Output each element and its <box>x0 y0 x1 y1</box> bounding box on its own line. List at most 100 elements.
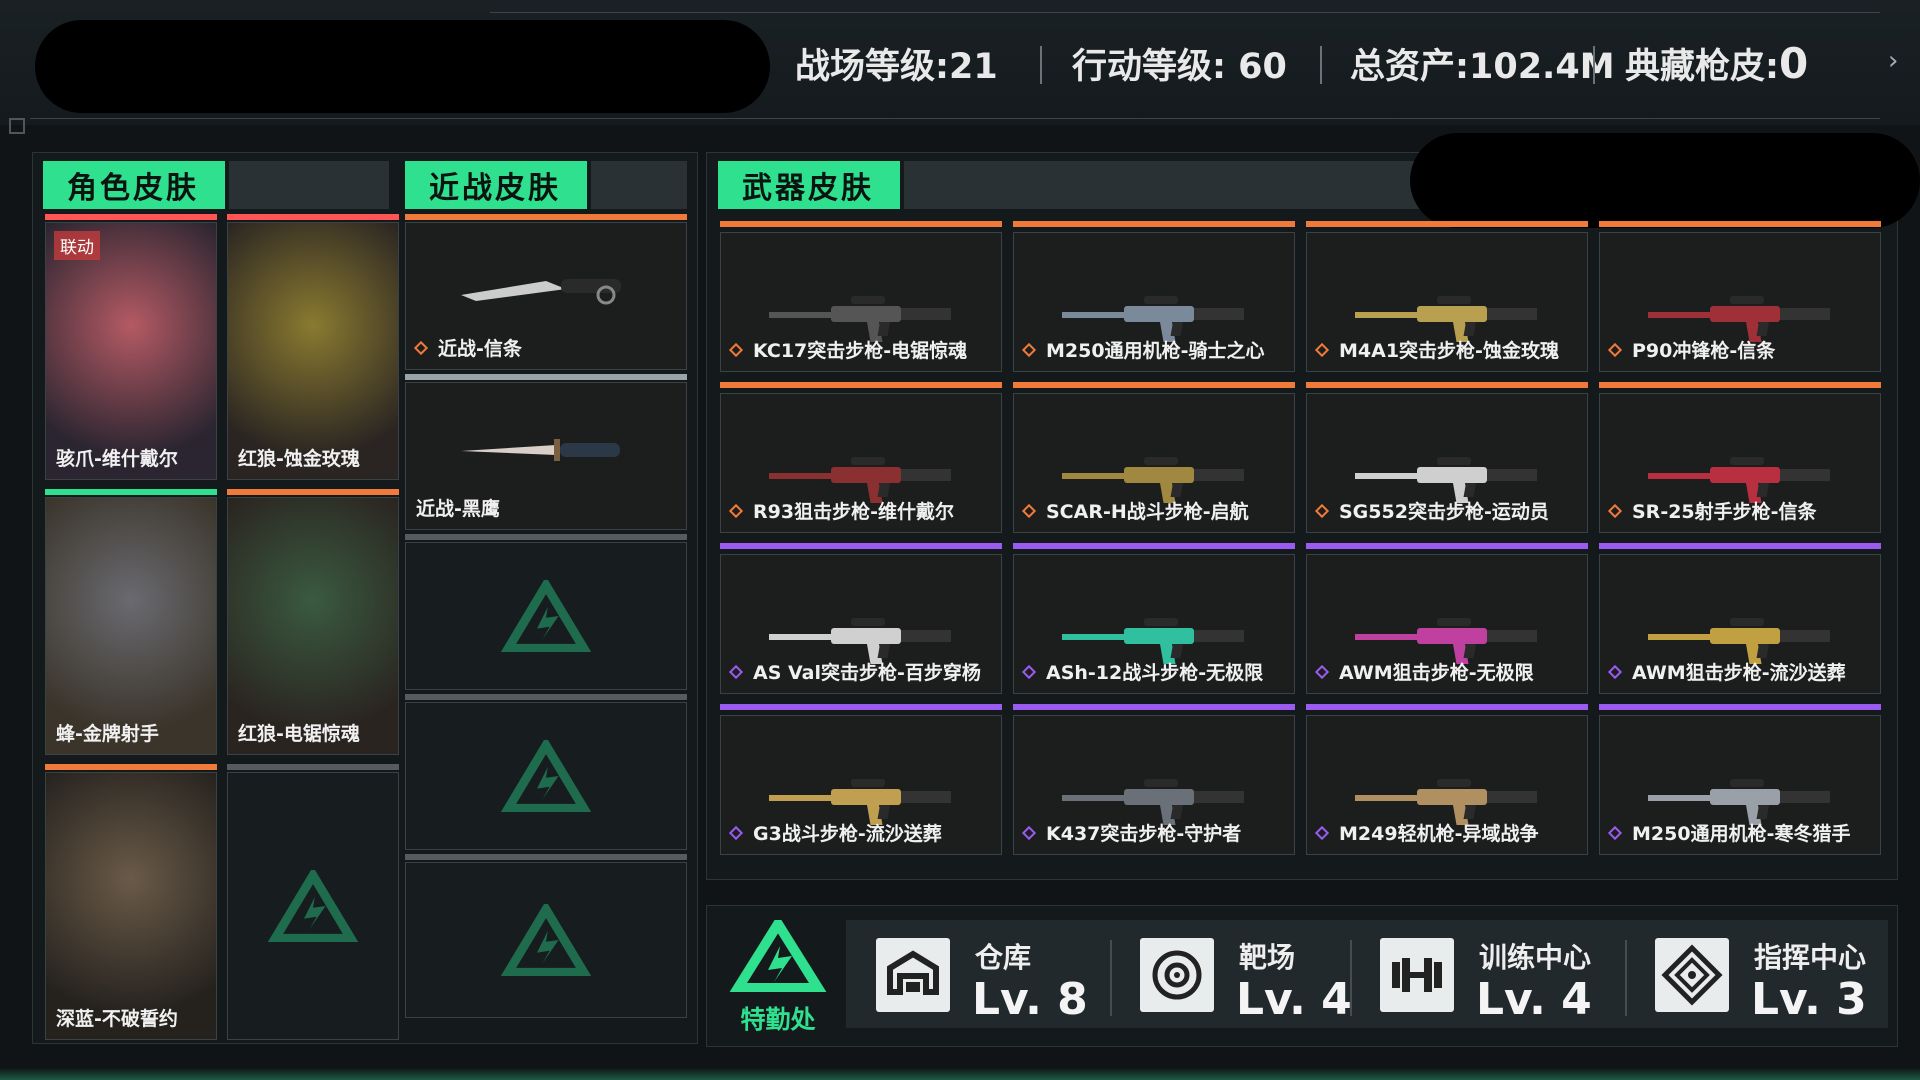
divider <box>1110 940 1112 1016</box>
character-portrait <box>228 223 398 479</box>
weapon-skin-name: AS Val突击步枪-百步穿杨 <box>753 662 981 684</box>
section-title-character: 角色皮肤 <box>43 161 225 209</box>
rarity-diamond-icon <box>1607 825 1623 840</box>
weapon-skin-card[interactable]: KC17突击步枪-电锯惊魂 <box>720 232 1002 372</box>
rarity-strip <box>1013 543 1295 549</box>
facility-level: Lv. 3 <box>1751 974 1867 1025</box>
character-portrait <box>46 223 216 479</box>
target-icon[interactable] <box>1140 938 1214 1012</box>
character-portrait <box>46 773 216 1039</box>
divider <box>490 12 1880 13</box>
weapon-skin-name: SG552突击步枪-运动员 <box>1339 501 1549 523</box>
triangle-logo-icon <box>728 914 828 993</box>
rarity-strip <box>45 214 217 220</box>
chevron-right-icon[interactable]: › <box>1888 46 1908 76</box>
weapon-skin-name: R93狙击步枪-维什戴尔 <box>753 501 954 523</box>
dumbbell-icon[interactable] <box>1380 938 1454 1012</box>
weapon-skin-card[interactable]: P90冲锋枪-信条 <box>1599 232 1881 372</box>
weapon-skin-card[interactable]: M4A1突击步枪-蚀金玫瑰 <box>1306 232 1588 372</box>
weapon-skin-card[interactable]: SCAR-H战斗步枪-启航 <box>1013 393 1295 533</box>
weapon-skin-card[interactable]: G3战斗步枪-流沙送葬 <box>720 715 1002 855</box>
rarity-strip <box>1599 221 1881 227</box>
weapon-skin-card[interactable]: AWM狙击步枪-无极限 <box>1306 554 1588 694</box>
character-skin-card[interactable]: 深蓝-不破誓约 <box>45 772 217 1040</box>
rarity-diamond-icon <box>728 664 744 679</box>
rarity-diamond-icon <box>1021 503 1037 518</box>
weapon-skin-card[interactable]: M250通用机枪-寒冬猎手 <box>1599 715 1881 855</box>
facility-name: 靶场 <box>1239 941 1296 974</box>
weapon-skin-card[interactable]: ASh-12战斗步枪-无极限 <box>1013 554 1295 694</box>
character-portrait <box>46 498 216 754</box>
character-skin-label: 红狼-蚀金玫瑰 <box>238 448 360 470</box>
weapon-skin-name: K437突击步枪-守护者 <box>1046 823 1242 845</box>
weapon-skin-label: G3战斗步枪-流沙送葬 <box>728 819 942 846</box>
weapon-skin-name: KC17突击步枪-电锯惊魂 <box>753 340 968 362</box>
melee-skin-name: 近战-信条 <box>438 338 522 360</box>
facility-name: 训练中心 <box>1479 941 1592 974</box>
weapon-skin-name: M249轻机枪-异域战争 <box>1339 823 1539 845</box>
rarity-strip <box>1599 543 1881 549</box>
weapon-skin-card[interactable]: SG552突击步枪-运动员 <box>1306 393 1588 533</box>
weapon-skin-label: M250通用机枪-骑士之心 <box>1021 336 1265 363</box>
weapon-skin-card[interactable]: SR-25射手步枪-信条 <box>1599 393 1881 533</box>
weapon-skin-card[interactable]: AS Val突击步枪-百步穿杨 <box>720 554 1002 694</box>
weapon-skin-name: M250通用机枪-骑士之心 <box>1046 340 1265 362</box>
rarity-strip <box>405 214 687 220</box>
rarity-diamond-icon <box>1021 342 1037 357</box>
weapon-skin-card[interactable]: M249轻机枪-异域战争 <box>1306 715 1588 855</box>
bottom-glow <box>0 1068 1920 1080</box>
rarity-strip <box>227 214 399 220</box>
melee-skin-card[interactable]: 近战-黑鹰 <box>405 382 687 530</box>
rarity-strip <box>1306 704 1588 710</box>
weapon-skin-name: ASh-12战斗步枪-无极限 <box>1046 662 1264 684</box>
empty-slot-logo-icon <box>501 904 591 976</box>
action-level: 行动等级: 60 <box>1072 46 1287 87</box>
weapon-skin-label: K437突击步枪-守护者 <box>1021 819 1242 846</box>
character-skin-card[interactable]: 红狼-蚀金玫瑰 <box>227 222 399 480</box>
rarity-strip <box>1013 382 1295 388</box>
rarity-strip <box>1306 543 1588 549</box>
character-skin-card[interactable]: 联动 骇爪-维什戴尔 <box>45 222 217 480</box>
rarity-strip <box>405 534 687 540</box>
rarity-strip <box>1013 221 1295 227</box>
weapon-skin-label: ASh-12战斗步枪-无极限 <box>1021 658 1264 685</box>
weapon-skin-card[interactable]: M250通用机枪-骑士之心 <box>1013 232 1295 372</box>
rarity-strip <box>45 764 217 770</box>
collection-skins-label: 典藏枪皮: <box>1625 46 1779 87</box>
special-ops-logo[interactable]: 特勤处 <box>728 914 828 1034</box>
rarity-diamond-icon <box>413 340 429 355</box>
rarity-strip <box>227 489 399 495</box>
rarity-diamond-icon <box>1607 664 1623 679</box>
weapon-skin-card[interactable]: K437突击步枪-守护者 <box>1013 715 1295 855</box>
character-skin-card[interactable]: 红狼-电锯惊魂 <box>227 497 399 755</box>
melee-skin-card[interactable]: 近战-信条 <box>405 222 687 370</box>
rarity-strip <box>720 704 1002 710</box>
collection-skins-count: 0 <box>1779 38 1809 88</box>
weapon-skin-card[interactable]: AWM狙击步枪-流沙送葬 <box>1599 554 1881 694</box>
character-skin-card[interactable]: 蜂-金牌射手 <box>45 497 217 755</box>
rarity-strip <box>405 854 687 860</box>
divider <box>30 118 1880 119</box>
character-skin-label: 红狼-电锯惊魂 <box>238 723 360 745</box>
weapon-skin-name: AWM狙击步枪-流沙送葬 <box>1632 662 1846 684</box>
total-assets: 总资产:102.4M <box>1350 46 1615 87</box>
weapon-skin-label: M250通用机枪-寒冬猎手 <box>1607 819 1850 846</box>
divider <box>1350 940 1352 1016</box>
weapon-skin-label: SCAR-H战斗步枪-启航 <box>1021 497 1249 524</box>
rarity-diamond-icon <box>728 503 744 518</box>
rarity-diamond-icon <box>1607 342 1623 357</box>
weapon-skin-name: G3战斗步枪-流沙送葬 <box>753 823 942 845</box>
melee-skin-label: 近战-信条 <box>413 334 522 361</box>
knife-image <box>461 279 621 305</box>
rarity-diamond-icon <box>1314 664 1330 679</box>
warehouse-icon[interactable] <box>876 938 950 1012</box>
command-icon[interactable] <box>1655 938 1729 1012</box>
weapon-skin-card[interactable]: R93狙击步枪-维什戴尔 <box>720 393 1002 533</box>
rarity-strip <box>720 382 1002 388</box>
melee-skin-label: 近战-黑鹰 <box>416 494 500 521</box>
collab-badge: 联动 <box>54 231 100 260</box>
rarity-strip <box>405 694 687 700</box>
weapon-skin-name: AWM狙击步枪-无极限 <box>1339 662 1534 684</box>
rarity-strip <box>227 764 399 770</box>
character-portrait <box>228 498 398 754</box>
